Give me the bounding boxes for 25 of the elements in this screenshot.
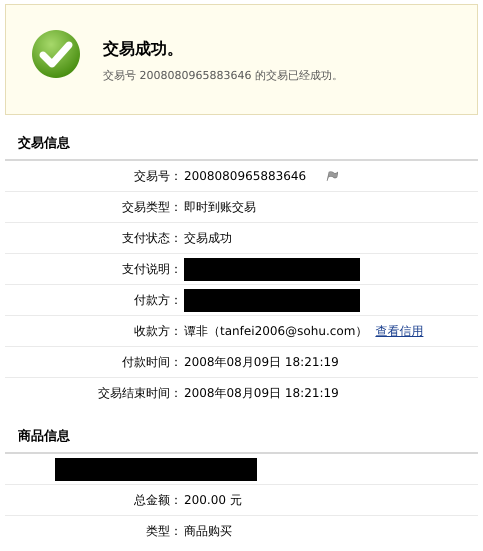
section-heading: 商品信息 xyxy=(5,408,478,454)
credit-link[interactable]: 查看信用 xyxy=(375,322,424,340)
field-label: 类型： xyxy=(145,522,182,540)
flag-icon[interactable] xyxy=(326,171,338,181)
field-value: 200.00 元 xyxy=(184,492,242,508)
field-label: 付款时间： xyxy=(121,354,182,370)
field-value: 2008年08月09日 18:21:19 xyxy=(184,354,339,370)
field-value: 2008080965883646 xyxy=(184,169,306,183)
check-icon xyxy=(31,29,81,79)
field-value: 交易成功 xyxy=(184,230,232,246)
field-value: 谭非（tanfei2006@sohu.com） xyxy=(184,322,368,340)
field-label: 交易结束时间： xyxy=(97,384,182,402)
field-label: 总金额： xyxy=(133,492,182,508)
notice-title: 交易成功。 xyxy=(103,39,184,59)
field-label: 交易类型： xyxy=(121,198,182,216)
field-label: 支付状态： xyxy=(121,230,182,246)
field-value: 商品购买 xyxy=(184,522,232,540)
field-value: 即时到账交易 xyxy=(184,198,256,216)
notice-message: 交易号 2008080965883646 的交易已经成功。 xyxy=(103,68,343,83)
field-label: 交易号： xyxy=(133,168,182,184)
field-label: 收款方： xyxy=(133,322,182,340)
field-label: 支付说明： xyxy=(121,260,182,278)
section-heading: 交易信息 xyxy=(5,115,478,161)
field-label: 付款方： xyxy=(133,292,182,308)
field-value: 2008年08月09日 18:21:19 xyxy=(184,384,339,402)
